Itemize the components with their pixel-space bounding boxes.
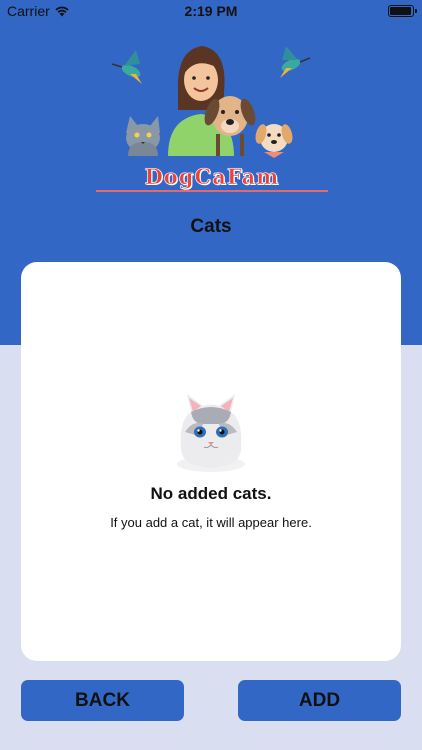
empty-state-subtitle: If you add a cat, it will appear here. bbox=[110, 515, 312, 530]
app-logo-text: DogCaFam bbox=[144, 164, 280, 190]
page-title: Cats bbox=[190, 216, 232, 237]
cat-grey-figure bbox=[126, 116, 160, 156]
status-time: 2:19 PM bbox=[184, 3, 238, 19]
empty-state-title: No added cats. bbox=[150, 484, 272, 503]
hummingbird-right-icon bbox=[280, 46, 311, 78]
puppy-figure bbox=[255, 124, 293, 158]
hummingbird-left-icon bbox=[111, 50, 142, 84]
cats-list-card: No added cats. If you add a cat, it will… bbox=[21, 262, 401, 661]
battery-level bbox=[390, 7, 411, 15]
add-cat-button[interactable]: ADD bbox=[238, 680, 401, 721]
logo-divider bbox=[96, 190, 328, 192]
battery-icon bbox=[388, 5, 417, 17]
status-bar: Carrier 2:19 PM bbox=[0, 0, 422, 22]
cat-face-icon bbox=[177, 394, 245, 472]
back-button[interactable]: BACK bbox=[21, 680, 184, 721]
